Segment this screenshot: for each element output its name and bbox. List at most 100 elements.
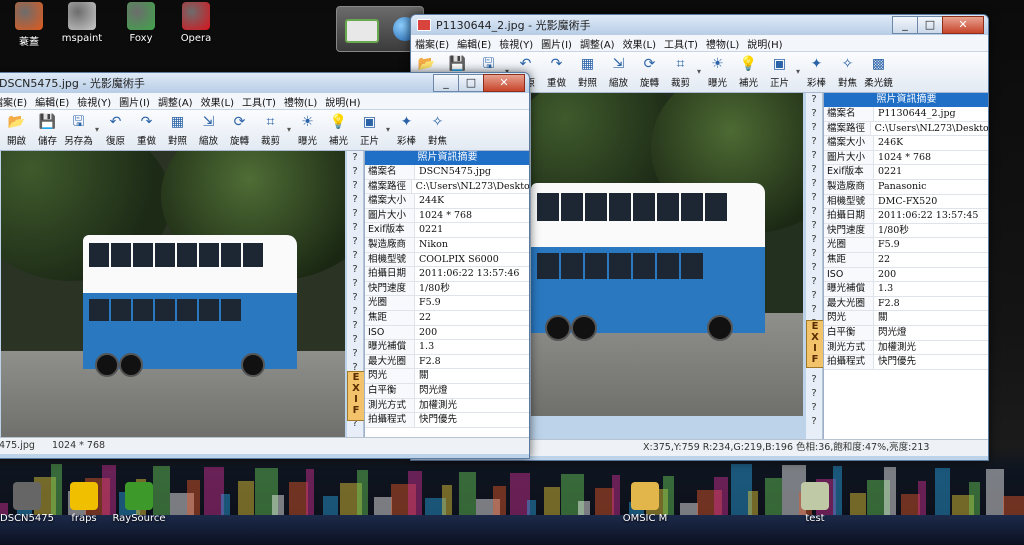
help-question-icon[interactable]: ? xyxy=(806,149,822,163)
photo-canvas[interactable] xyxy=(531,93,803,416)
skyline-building xyxy=(935,468,950,515)
toolbar-button[interactable]: ↷ 重做 xyxy=(541,52,572,92)
help-question-icon[interactable]: ? xyxy=(806,303,822,317)
menu-item[interactable]: 編輯(E) xyxy=(453,36,495,51)
toolbar-button[interactable]: 📂 開啟 xyxy=(1,110,32,150)
help-question-icon[interactable]: ? xyxy=(806,177,822,191)
exif-tab[interactable]: EXIF xyxy=(347,371,365,421)
photo-canvas[interactable] xyxy=(1,151,345,437)
help-question-icon[interactable]: ? xyxy=(806,247,822,261)
help-question-icon[interactable]: ? xyxy=(806,415,822,429)
exif-tab[interactable]: EXIF xyxy=(806,320,824,368)
help-question-icon[interactable]: ? xyxy=(347,249,363,263)
minimize-icon[interactable]: _ xyxy=(892,16,918,34)
menu-item[interactable]: 禮物(L) xyxy=(280,94,321,109)
help-question-icon[interactable]: ? xyxy=(806,219,822,233)
menu-item[interactable]: 工具(T) xyxy=(238,94,280,109)
toolbar-button[interactable]: ⇲ 縮放 xyxy=(603,52,634,92)
toolbar-button[interactable]: ☀ 曝光 xyxy=(702,52,733,92)
toolbar-button[interactable]: ✦ 彩棒 xyxy=(391,110,422,150)
menu-item[interactable]: 說明(H) xyxy=(743,36,786,51)
toolbar-button[interactable]: ⌗ 裁剪 xyxy=(255,110,286,150)
help-question-icon[interactable]: ? xyxy=(347,151,363,165)
toolbar-button[interactable]: 💡 補光 xyxy=(733,52,764,92)
toolbar-button[interactable]: ▩ 柔光鏡 xyxy=(863,52,894,92)
menu-item[interactable]: 檢視(Y) xyxy=(495,36,537,51)
toolbar-button[interactable]: ⇲ 縮放 xyxy=(193,110,224,150)
menu-item[interactable]: 調整(A) xyxy=(154,94,197,109)
menu-item[interactable]: 禮物(L) xyxy=(702,36,743,51)
desktop-shortcut[interactable]: test xyxy=(776,482,854,524)
help-question-icon[interactable]: ? xyxy=(347,319,363,333)
maximize-icon[interactable]: □ xyxy=(917,16,943,34)
toolbar-button[interactable]: ☀ 曝光 xyxy=(292,110,323,150)
menu-item[interactable]: 檢視(Y) xyxy=(73,94,115,109)
info-key: 測光方式 xyxy=(365,398,415,413)
help-question-icon[interactable]: ? xyxy=(806,387,822,401)
menu-item[interactable]: 效果(L) xyxy=(197,94,238,109)
toolbar-button[interactable]: 🖫 另存為 xyxy=(63,110,94,150)
help-question-icon[interactable]: ? xyxy=(806,163,822,177)
menu-item[interactable]: 工具(T) xyxy=(660,36,702,51)
menu-item[interactable]: 檔案(E) xyxy=(0,94,31,109)
toolbar-button[interactable]: ⌗ 裁剪 xyxy=(665,52,696,92)
help-question-icon[interactable]: ? xyxy=(806,121,822,135)
toolbar-button[interactable]: 💾 儲存 xyxy=(32,110,63,150)
help-question-icon[interactable]: ? xyxy=(347,221,363,235)
help-question-icon[interactable]: ? xyxy=(806,191,822,205)
menu-item[interactable]: 調整(A) xyxy=(576,36,619,51)
toolbar-button[interactable]: ↶ 復原 xyxy=(100,110,131,150)
minimize-icon[interactable]: _ xyxy=(433,74,459,92)
toolbar-button[interactable]: ⟳ 旋轉 xyxy=(634,52,665,92)
help-question-icon[interactable]: ? xyxy=(806,261,822,275)
maximize-icon[interactable]: □ xyxy=(458,74,484,92)
toolbar-button[interactable]: ▣ 正片 xyxy=(764,52,795,92)
help-question-icon[interactable]: ? xyxy=(347,165,363,179)
help-question-icon[interactable]: ? xyxy=(806,289,822,303)
toolbar-button[interactable]: ✦ 彩棒 xyxy=(801,52,832,92)
toolbar-button[interactable]: ▦ 對照 xyxy=(572,52,603,92)
help-question-icon[interactable]: ? xyxy=(347,263,363,277)
desktop-shortcut[interactable]: Opera xyxy=(157,2,235,44)
menu-item[interactable]: 編輯(E) xyxy=(31,94,73,109)
help-question-icon[interactable]: ? xyxy=(347,333,363,347)
help-question-icon[interactable]: ? xyxy=(347,179,363,193)
help-question-icon[interactable]: ? xyxy=(347,207,363,221)
help-question-icon[interactable]: ? xyxy=(806,233,822,247)
help-question-icon[interactable]: ? xyxy=(806,275,822,289)
toolbar-button[interactable]: ▦ 對照 xyxy=(162,110,193,150)
menu-item[interactable]: 效果(L) xyxy=(619,36,660,51)
help-question-icon[interactable]: ? xyxy=(806,373,822,387)
help-question-icon[interactable]: ? xyxy=(806,135,822,149)
menu-item[interactable]: 圖片(I) xyxy=(537,36,576,51)
help-question-icon[interactable]: ? xyxy=(806,107,822,121)
help-question-icon[interactable]: ? xyxy=(806,401,822,415)
help-question-icon[interactable]: ? xyxy=(347,347,363,361)
title-bar[interactable]: P1130644_2.jpg - 光影魔術手 _ □ ✕ xyxy=(411,15,988,35)
help-question-icon[interactable]: ? xyxy=(347,305,363,319)
help-question-icon[interactable]: ? xyxy=(347,277,363,291)
toolbar-button[interactable]: ✧ 對焦 xyxy=(422,110,453,150)
menu-item[interactable]: 圖片(I) xyxy=(115,94,154,109)
help-question-icon[interactable]: ? xyxy=(806,205,822,219)
menu-item[interactable]: 檔案(E) xyxy=(411,36,453,51)
toolbar-button[interactable]: 💡 補光 xyxy=(323,110,354,150)
info-row: 檔案大小 246K xyxy=(824,136,988,151)
desktop-shortcut-label: RaySource xyxy=(112,513,166,524)
menu-item[interactable]: 說明(H) xyxy=(321,94,364,109)
help-question-icon[interactable]: ? xyxy=(347,291,363,305)
toolbar-button[interactable]: ▣ 正片 xyxy=(354,110,385,150)
desktop-shortcut[interactable]: RaySource xyxy=(100,482,178,524)
help-question-icon[interactable]: ? xyxy=(347,235,363,249)
toolbar-button[interactable]: ↷ 重做 xyxy=(131,110,162,150)
help-question-icon[interactable]: ? xyxy=(347,193,363,207)
photo-editor-window-front[interactable]: DSCN5475.jpg - 光影魔術手 _ □ ✕ 檔案(E)編輯(E)檢視(… xyxy=(0,72,530,459)
toolbar-button[interactable]: ✧ 對焦 xyxy=(832,52,863,92)
close-icon[interactable]: ✕ xyxy=(942,16,984,34)
desktop-shortcut[interactable]: OMSIC M xyxy=(606,482,684,524)
toolbar-button[interactable]: ⟳ 旋轉 xyxy=(224,110,255,150)
info-panel-title: 照片資訊摘要 xyxy=(824,93,988,107)
title-bar[interactable]: DSCN5475.jpg - 光影魔術手 _ □ ✕ xyxy=(0,73,529,93)
help-question-icon[interactable]: ? xyxy=(806,93,822,107)
close-icon[interactable]: ✕ xyxy=(483,74,525,92)
